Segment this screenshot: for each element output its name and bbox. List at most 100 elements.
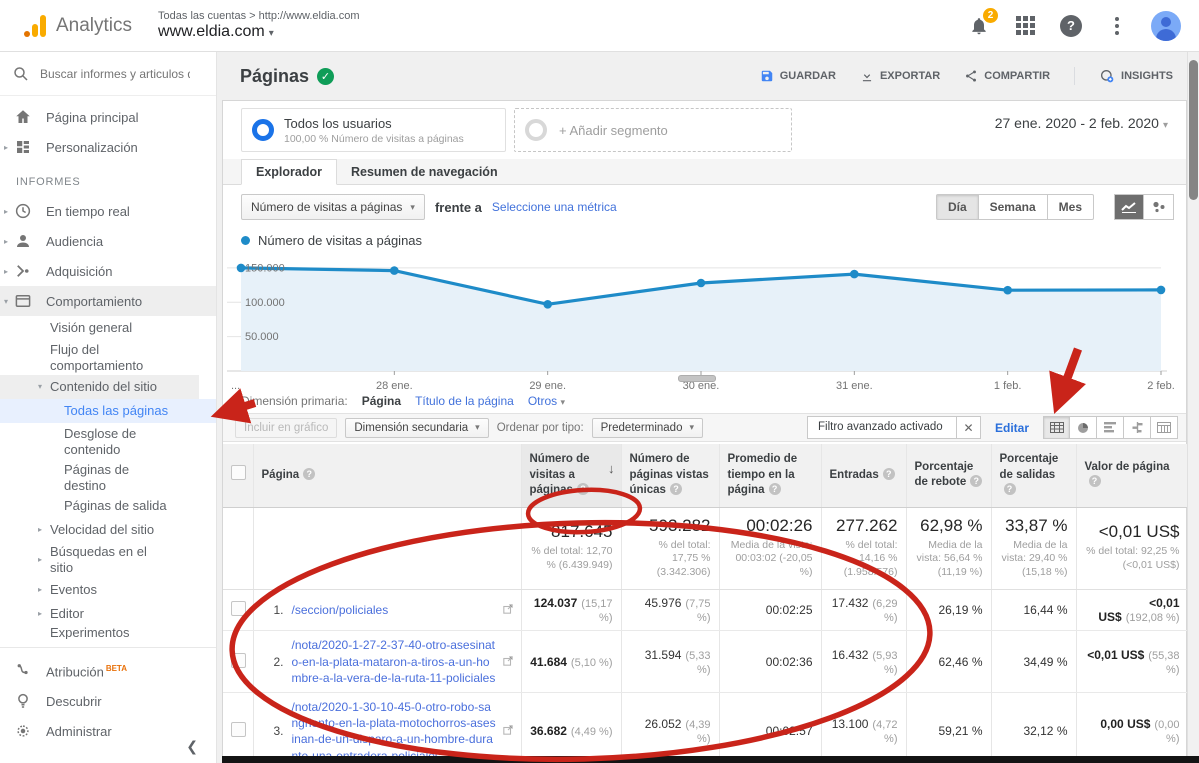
data-table-view-button[interactable]	[1043, 416, 1070, 439]
external-link-icon[interactable]	[503, 603, 513, 617]
secondary-dimension-dropdown[interactable]: Dimensión secundaria▾	[345, 418, 488, 438]
select-all-checkbox[interactable]	[231, 465, 246, 480]
dimension-page[interactable]: Página	[362, 394, 401, 408]
external-link-icon[interactable]	[503, 655, 513, 669]
totals-row: 817.645% del total: 12,70 % (6.439.949) …	[223, 507, 1188, 590]
sidebar-item-site-search[interactable]: ▸Búsquedas en el sitio	[0, 542, 180, 577]
help-tooltip-icon[interactable]: ?	[883, 468, 895, 480]
sidebar-item-acquisition[interactable]: ▸ Adquisición	[0, 256, 216, 286]
save-button[interactable]: GUARDAR	[760, 69, 836, 83]
column-header-entrances[interactable]: Entradas?	[821, 444, 906, 507]
sidebar-item-content-drilldown[interactable]: Desglose de contenido	[0, 423, 216, 459]
vertical-scrollbar[interactable]	[1187, 52, 1199, 763]
help-button[interactable]: ?	[1059, 14, 1083, 38]
user-avatar[interactable]	[1151, 11, 1181, 41]
column-header-pageviews[interactable]: Número de visitas a páginas?↓	[521, 444, 621, 507]
apps-grid-button[interactable]	[1013, 14, 1037, 38]
segment-all-users[interactable]: Todos los usuarios 100,00 % Número de vi…	[241, 108, 506, 152]
cell-pageviews: 124.037(15,17 %)	[521, 590, 621, 631]
export-button[interactable]: EXPORTAR	[860, 69, 940, 83]
sidebar-item-all-pages[interactable]: Todas las páginas	[0, 399, 216, 423]
motion-chart-view-button[interactable]	[1144, 194, 1174, 220]
percentage-view-button[interactable]	[1070, 416, 1097, 439]
column-header-avg-time[interactable]: Promedio de tiempo en la página?	[719, 444, 821, 507]
chevron-right-icon: ▸	[4, 143, 8, 152]
sidebar-item-admin[interactable]: Administrar	[0, 716, 216, 746]
granularity-day-button[interactable]: Día	[936, 194, 979, 220]
account-selector[interactable]: www.eldia.com▾	[158, 23, 359, 41]
plot-rows-button[interactable]: Incluir en gráfico	[235, 418, 337, 438]
sidebar-item-personalization[interactable]: ▸ Personalización	[0, 132, 216, 162]
search-input[interactable]	[40, 67, 190, 81]
column-header-page-value[interactable]: Valor de página?	[1076, 444, 1188, 507]
dimension-others[interactable]: Otros ▾	[528, 394, 565, 408]
granularity-week-button[interactable]: Semana	[979, 194, 1048, 220]
tab-navigation-summary[interactable]: Resumen de navegación	[337, 160, 512, 184]
page-link[interactable]: /nota/2020-1-27-2-37-40-otro-asesinato-e…	[292, 637, 498, 686]
notification-badge: 2	[983, 8, 998, 23]
row-checkbox[interactable]	[231, 722, 246, 737]
dimension-page-title[interactable]: Título de la página	[415, 394, 514, 408]
help-tooltip-icon[interactable]: ?	[303, 468, 315, 480]
sidebar-item-discover[interactable]: Descubrir	[0, 686, 216, 716]
comparison-view-icon	[1131, 422, 1144, 433]
external-link-icon[interactable]	[503, 724, 513, 738]
help-tooltip-icon[interactable]: ?	[769, 483, 781, 495]
chevron-down-icon: ▾	[475, 422, 480, 433]
date-range-picker[interactable]: 27 ene. 2020 - 2 feb. 2020▾	[995, 115, 1168, 131]
column-header-unique-pageviews[interactable]: Número de páginas vistas únicas?	[621, 444, 719, 507]
help-tooltip-icon[interactable]: ?	[577, 483, 589, 495]
page-link[interactable]: /seccion/policiales	[292, 602, 498, 618]
page-link[interactable]: /nota/2020-1-30-10-45-0-otro-robo-sangri…	[292, 699, 498, 763]
help-tooltip-icon[interactable]: ?	[1089, 475, 1101, 487]
sidebar-item-site-content[interactable]: ▾ Contenido del sitio	[0, 375, 199, 399]
sidebar-item-attribution[interactable]: AtribuciónBETA	[0, 656, 216, 686]
cell-bounce-rate: 62,46 %	[906, 631, 991, 693]
sort-type-dropdown[interactable]: Predeterminado▾	[592, 418, 703, 438]
help-tooltip-icon[interactable]: ?	[970, 475, 982, 487]
bottom-edge-strip	[222, 756, 1199, 763]
segment-ring-gray-icon	[525, 119, 547, 141]
sidebar-item-audience[interactable]: ▸ Audiencia	[0, 226, 216, 256]
sidebar-item-realtime[interactable]: ▸ En tiempo real	[0, 196, 216, 226]
scrollbar-thumb[interactable]	[1189, 60, 1198, 200]
sidebar-item-behavior[interactable]: ▾ Comportamiento	[0, 286, 216, 316]
clear-filter-button[interactable]: ✕	[956, 417, 980, 438]
sidebar-search[interactable]	[0, 52, 216, 96]
tab-explorer[interactable]: Explorador	[241, 159, 337, 185]
help-tooltip-icon[interactable]: ?	[1004, 483, 1016, 495]
comparison-view-button[interactable]	[1124, 416, 1151, 439]
metric-select-dropdown[interactable]: Número de visitas a páginas▾	[241, 194, 425, 220]
total-pageviews: 817.645% del total: 12,70 % (6.439.949)	[521, 507, 621, 590]
add-segment-button[interactable]: + Añadir segmento	[514, 108, 792, 152]
sidebar-item-publisher[interactable]: ▸Editor	[0, 601, 216, 625]
sidebar-item-home[interactable]: Página principal	[0, 102, 216, 132]
column-header-bounce-rate[interactable]: Porcentaje de rebote?	[906, 444, 991, 507]
granularity-month-button[interactable]: Mes	[1048, 194, 1094, 220]
sidebar-item-site-speed[interactable]: ▸Velocidad del sitio	[0, 518, 216, 542]
sidebar-item-landing-pages[interactable]: Páginas de destino	[0, 459, 216, 495]
sidebar-item-behavior-overview[interactable]: Visión general	[0, 316, 216, 340]
sidebar-collapse-button[interactable]: ❮	[186, 738, 198, 755]
notifications-button[interactable]: 2	[967, 14, 991, 38]
insights-button[interactable]: INSIGHTS	[1099, 68, 1173, 84]
line-chart-view-button[interactable]	[1114, 194, 1144, 220]
column-header-exit-rate[interactable]: Porcentaje de salidas?	[991, 444, 1076, 507]
row-checkbox[interactable]	[231, 653, 246, 668]
row-checkbox[interactable]	[231, 601, 246, 616]
sidebar-item-exit-pages[interactable]: Páginas de salida	[0, 494, 216, 518]
sidebar-item-behavior-flow[interactable]: Flujo del comportamiento	[0, 340, 160, 375]
total-exit-rate: 33,87 %Media de la vista: 29,40 % (15,18…	[991, 507, 1076, 590]
share-button[interactable]: COMPARTIR	[964, 69, 1050, 83]
analytics-logo-icon[interactable]	[24, 15, 46, 37]
column-header-page[interactable]: Página?	[253, 444, 521, 507]
edit-filter-link[interactable]: Editar	[995, 421, 1029, 435]
select-metric-link[interactable]: Seleccione una métrica	[492, 200, 617, 214]
help-tooltip-icon[interactable]: ?	[670, 483, 682, 495]
sidebar-item-experiments[interactable]: Experimentos	[0, 625, 216, 639]
sidebar-item-events[interactable]: ▸Eventos	[0, 577, 216, 601]
pivot-view-button[interactable]	[1151, 416, 1178, 439]
chart-scrollbar-thumb[interactable]	[678, 375, 716, 382]
performance-view-button[interactable]	[1097, 416, 1124, 439]
overflow-menu-button[interactable]	[1105, 14, 1129, 38]
